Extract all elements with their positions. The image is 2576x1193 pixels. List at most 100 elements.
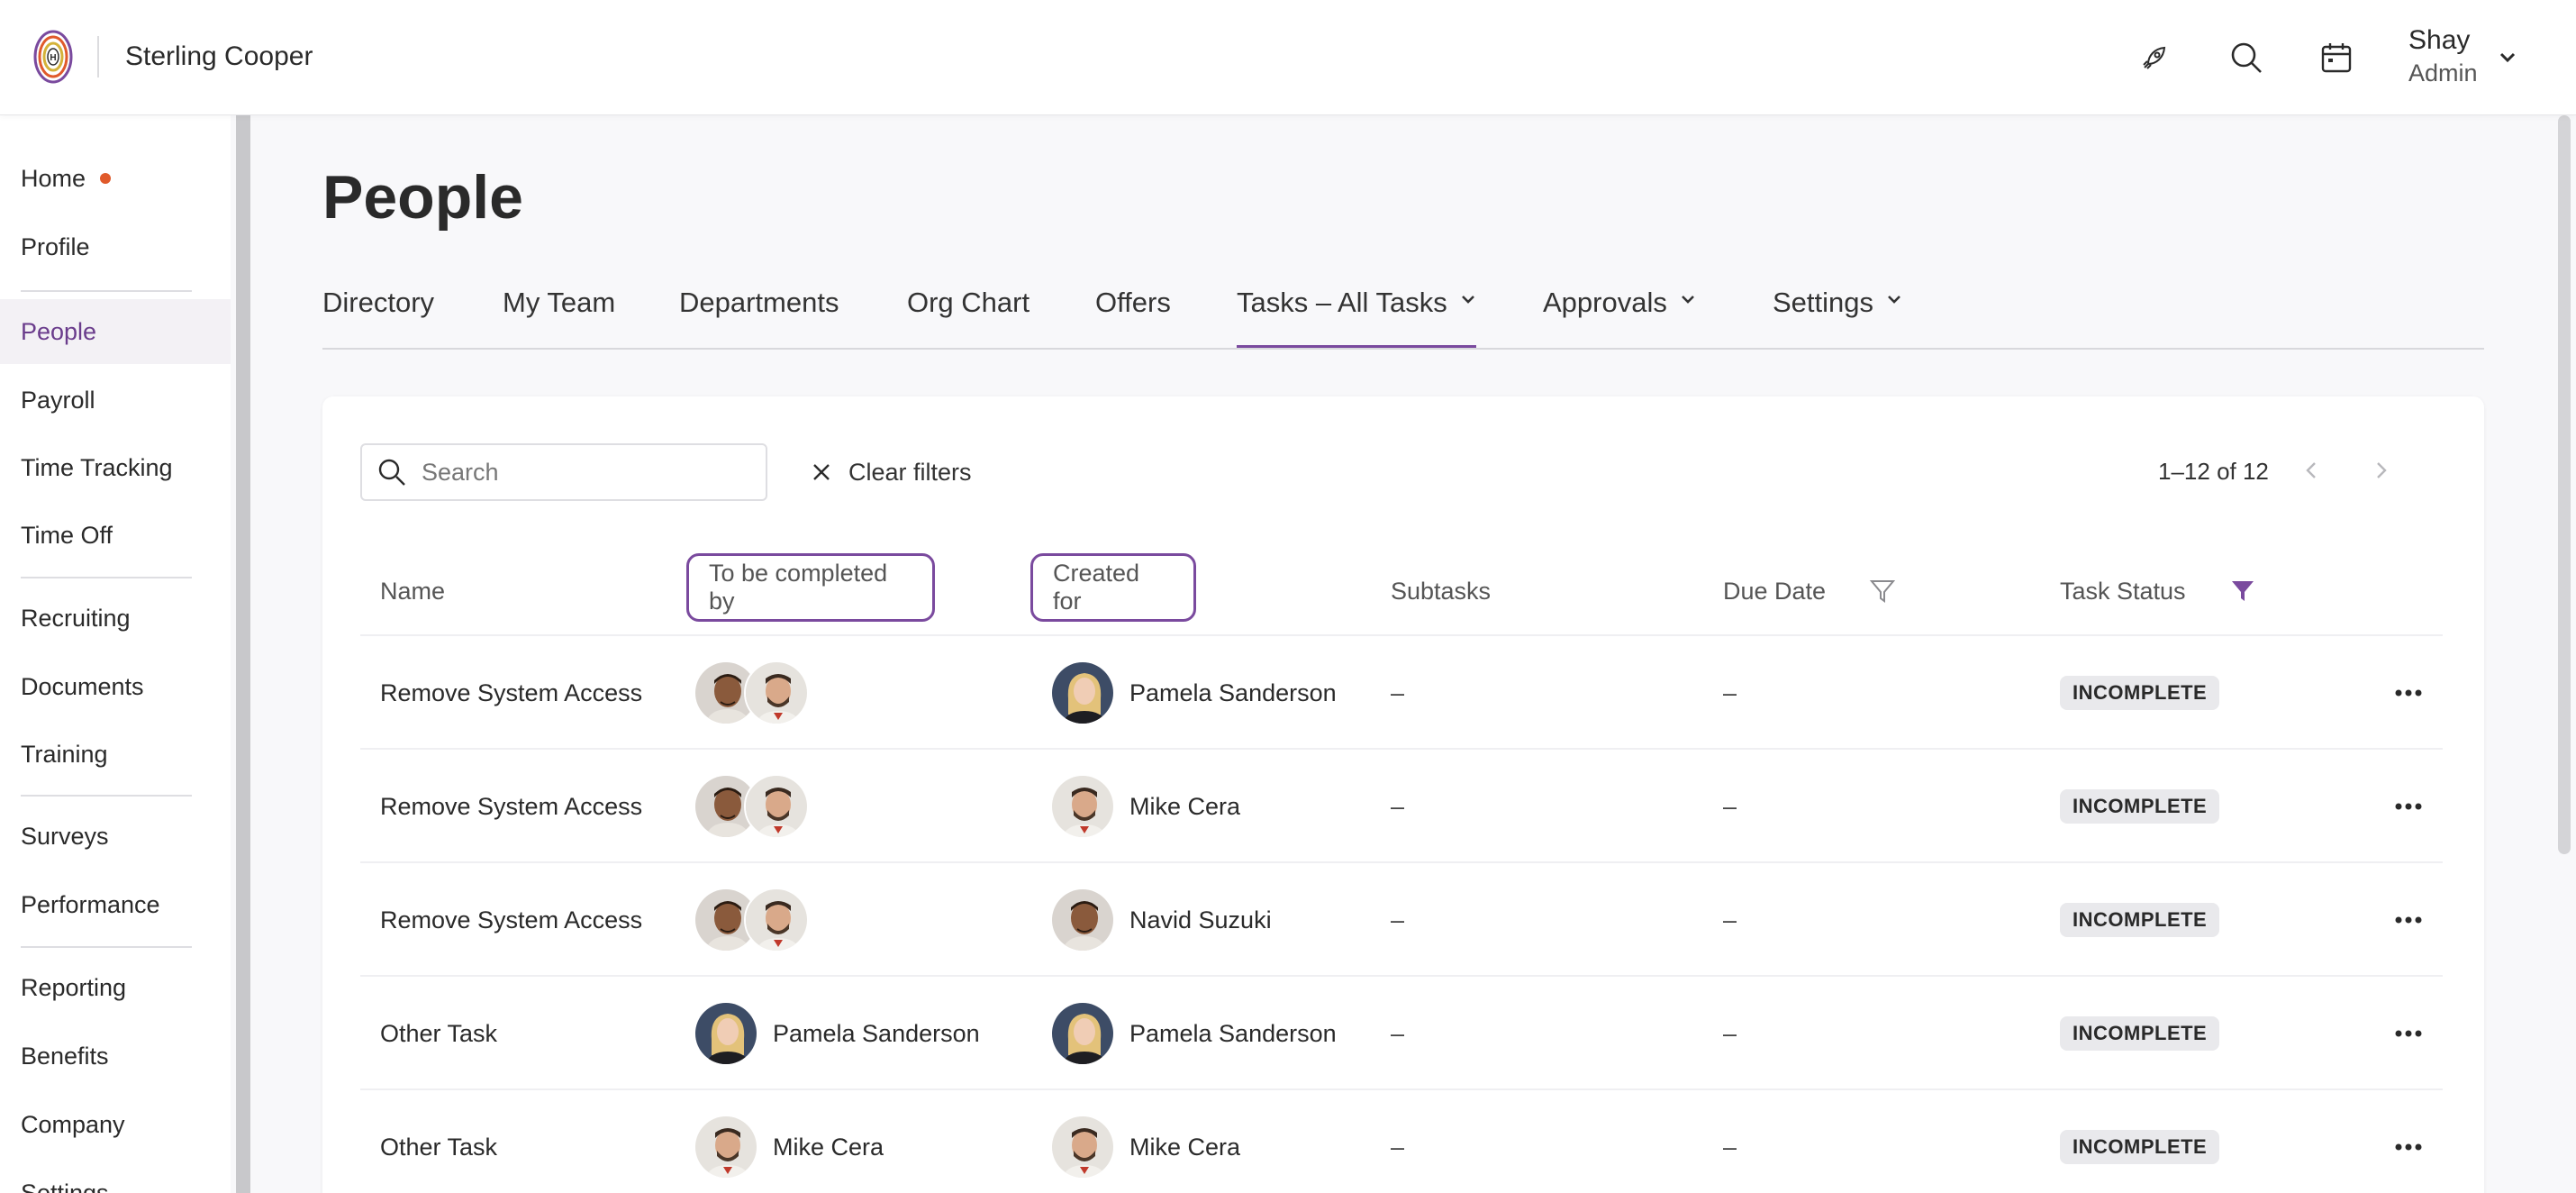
avatar <box>744 660 809 725</box>
sidebar-item-label: Company <box>21 1110 125 1138</box>
sidebar-item-settings[interactable]: Settings <box>0 1161 231 1193</box>
tab-departments[interactable]: Departments <box>679 287 839 348</box>
sidebar-item-time-tracking[interactable]: Time Tracking <box>0 435 231 500</box>
search-field[interactable] <box>360 443 767 501</box>
previous-page-button[interactable] <box>2293 452 2329 488</box>
person-name[interactable]: Pamela Sanderson <box>1129 679 1337 707</box>
tab-my-team[interactable]: My Team <box>503 287 615 348</box>
avatar-group[interactable] <box>694 660 809 725</box>
sidebar-item-time-off[interactable]: Time Off <box>0 503 231 568</box>
chevron-down-icon[interactable] <box>2490 40 2526 76</box>
company-logo[interactable]: H <box>32 27 74 87</box>
tab-org-chart[interactable]: Org Chart <box>907 287 1029 348</box>
more-options-icon[interactable] <box>2390 902 2426 938</box>
person-name[interactable]: Mike Cera <box>1129 1134 1240 1161</box>
user-name[interactable]: Shay <box>2408 25 2470 56</box>
table-row[interactable]: Other Task Pamela Sanderson Pamela Sande… <box>360 975 2443 1088</box>
completed-by-cell <box>694 863 809 977</box>
avatar <box>744 888 809 952</box>
column-header-completed-by[interactable]: To be completed by <box>686 553 935 622</box>
person-name[interactable]: Pamela Sanderson <box>773 1020 980 1048</box>
more-options-icon[interactable] <box>2390 1015 2426 1052</box>
calendar-icon[interactable] <box>2313 34 2360 81</box>
created-for-cell: Navid Suzuki <box>1050 863 1272 977</box>
page-scrollbar[interactable] <box>2558 115 2571 854</box>
avatar <box>1050 1001 1115 1066</box>
search-icon <box>378 459 405 486</box>
tab-approvals[interactable]: Approvals <box>1543 287 1696 348</box>
sidebar-item-benefits[interactable]: Benefits <box>0 1024 231 1088</box>
avatar <box>694 1001 758 1066</box>
sidebar-item-payroll[interactable]: Payroll <box>0 368 231 433</box>
avatar <box>694 1115 758 1179</box>
column-header-due-date[interactable]: Due Date <box>1723 573 1826 609</box>
sidebar-item-label: Recruiting <box>21 604 131 632</box>
status-badge: INCOMPLETE <box>2060 903 2220 937</box>
tab-label: Tasks – All Tasks <box>1237 287 1447 318</box>
task-name[interactable]: Other Task <box>380 1090 497 1193</box>
tab-directory[interactable]: Directory <box>322 287 434 348</box>
more-options-icon[interactable] <box>2390 788 2426 824</box>
sidebar-item-people[interactable]: People <box>0 299 231 364</box>
sidebar-item-performance[interactable]: Performance <box>0 872 231 937</box>
column-header-label: Task Status <box>2060 577 2186 605</box>
sidebar-scrollbar[interactable] <box>236 115 250 1193</box>
chevron-down-icon <box>1888 296 1900 304</box>
more-options-icon[interactable] <box>2390 675 2426 711</box>
clear-filters-button[interactable]: Clear filters <box>811 452 972 492</box>
sidebar-item-reporting[interactable]: Reporting <box>0 955 231 1020</box>
tab-label: Org Chart <box>907 287 1030 318</box>
completed-by-cell <box>694 750 809 863</box>
column-header-label: To be completed by <box>709 560 888 615</box>
table-row[interactable]: Remove System Access Mike Cera – – INCOM… <box>360 748 2443 861</box>
task-name[interactable]: Remove System Access <box>380 636 642 750</box>
task-name[interactable]: Remove System Access <box>380 863 642 977</box>
task-name[interactable]: Remove System Access <box>380 750 642 863</box>
person-name[interactable]: Mike Cera <box>773 1134 884 1161</box>
tab-bar: Directory My Team Departments Org Chart … <box>322 270 2484 350</box>
person-name[interactable]: Mike Cera <box>1129 793 1240 821</box>
column-header-task-status[interactable]: Task Status <box>2060 573 2186 609</box>
filter-icon[interactable] <box>1868 573 1897 609</box>
filter-active-icon[interactable] <box>2228 573 2257 609</box>
status-badge: INCOMPLETE <box>2060 789 2220 824</box>
due-date-value: – <box>1723 906 1737 933</box>
search-input[interactable] <box>422 458 746 487</box>
due-date-value: – <box>1723 792 1737 820</box>
sidebar-item-label: Home <box>21 164 86 192</box>
avatar-group[interactable] <box>694 888 809 952</box>
task-name[interactable]: Other Task <box>380 977 497 1090</box>
person-name[interactable]: Navid Suzuki <box>1129 906 1272 934</box>
sidebar-item-surveys[interactable]: Surveys <box>0 804 231 869</box>
avatar-group[interactable] <box>694 774 809 839</box>
person-name[interactable]: Pamela Sanderson <box>1129 1020 1337 1048</box>
next-page-button[interactable] <box>2363 452 2399 488</box>
sidebar-item-home[interactable]: Home <box>0 146 231 211</box>
column-header-label: Created for <box>1053 560 1140 615</box>
search-icon[interactable] <box>2223 34 2270 81</box>
sidebar-item-documents[interactable]: Documents <box>0 654 231 719</box>
created-for-cell: Mike Cera <box>1050 1090 1240 1193</box>
sidebar-divider <box>21 795 192 797</box>
table-row[interactable]: Remove System Access Navid Suzuki – – IN… <box>360 861 2443 975</box>
subtasks-value: – <box>1391 1133 1405 1161</box>
sidebar-item-recruiting[interactable]: Recruiting <box>0 586 231 651</box>
status-badge: INCOMPLETE <box>2060 1130 2220 1164</box>
rocket-icon[interactable] <box>2131 34 2178 81</box>
table-row[interactable]: Remove System Access Pamela Sanderson – … <box>360 634 2443 748</box>
due-date-value: – <box>1723 678 1737 706</box>
table-row[interactable]: Other Task Mike Cera Mike Cera – – INCOM… <box>360 1088 2443 1193</box>
column-header-subtasks[interactable]: Subtasks <box>1391 573 1491 609</box>
sidebar-item-company[interactable]: Company <box>0 1092 231 1157</box>
tab-offers[interactable]: Offers <box>1095 287 1171 348</box>
sidebar-divider <box>21 946 192 948</box>
tab-tasks-all-tasks[interactable]: Tasks – All Tasks <box>1237 287 1476 348</box>
sidebar-item-label: Performance <box>21 890 160 918</box>
sidebar-item-label: Profile <box>21 232 90 260</box>
column-header-name[interactable]: Name <box>380 573 445 609</box>
more-options-icon[interactable] <box>2390 1129 2426 1165</box>
sidebar-item-training[interactable]: Training <box>0 722 231 787</box>
tab-settings[interactable]: Settings <box>1773 287 1902 348</box>
column-header-created-for[interactable]: Created for <box>1030 553 1196 622</box>
sidebar-item-profile[interactable]: Profile <box>0 214 231 279</box>
